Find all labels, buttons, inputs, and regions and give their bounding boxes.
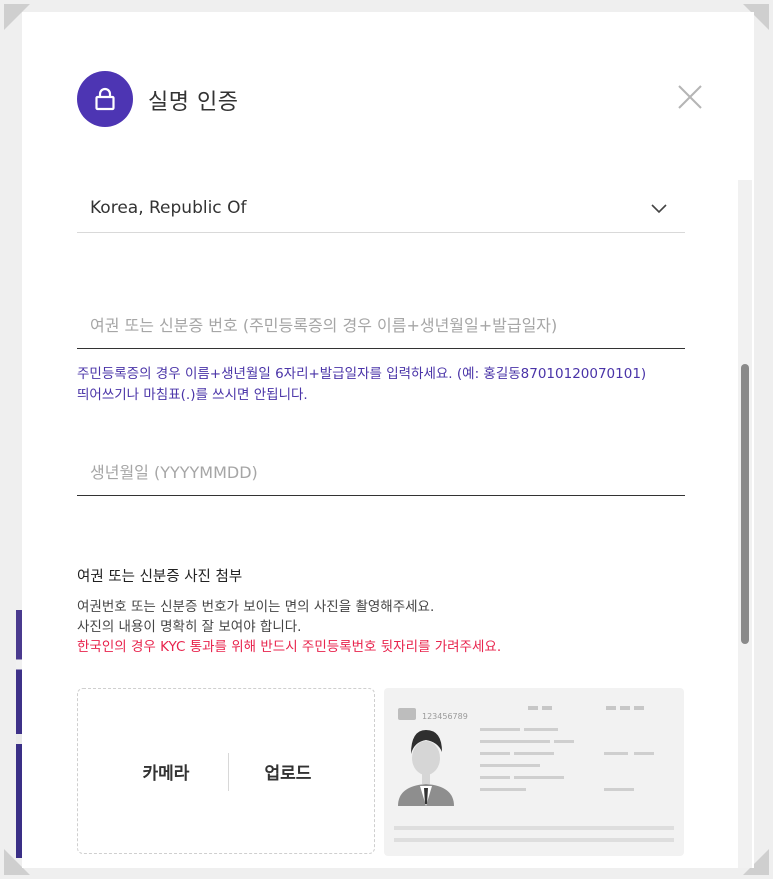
modal-title: 실명 인증 bbox=[148, 90, 239, 115]
scrollbar-thumb[interactable] bbox=[741, 364, 749, 644]
country-select[interactable]: Korea, Republic Of bbox=[77, 190, 685, 233]
country-select-value: Korea, Republic Of bbox=[90, 198, 247, 218]
attach-warning: 한국인의 경우 KYC 통과를 위해 반드시 주민등록번호 뒷자리를 가려주세요… bbox=[77, 639, 502, 655]
passport-number-field bbox=[77, 302, 685, 349]
camera-button[interactable]: 카메라 bbox=[106, 749, 226, 793]
verification-modal: 실명 인증 Korea, Republic Of 주민등록증의 경우 이름+생년… bbox=[22, 12, 754, 868]
backdrop: 실명 인증 Korea, Republic Of 주민등록증의 경우 이름+생년… bbox=[0, 0, 773, 879]
attach-section-title: 여권 또는 신분증 사진 첨부 bbox=[77, 569, 243, 585]
id-sample-number: 123456789 bbox=[422, 712, 468, 721]
passport-number-input[interactable] bbox=[77, 302, 685, 348]
attach-description-line: 사진의 내용이 명확히 잘 보여야 합니다. bbox=[77, 619, 302, 635]
attach-description: 여권번호 또는 신분증 번호가 보이는 면의 사진을 촬영해주세요. 사진의 내… bbox=[77, 597, 434, 637]
chevron-down-icon bbox=[651, 204, 667, 214]
birth-date-field bbox=[77, 449, 685, 496]
scrollbar[interactable] bbox=[738, 180, 752, 868]
close-icon[interactable] bbox=[677, 84, 703, 110]
id-card-sample-icon: 123456789 bbox=[384, 688, 684, 856]
id-format-hint: 주민등록증의 경우 이름+생년월일 6자리+발급일자를 입력하세요. (예: 홍… bbox=[77, 364, 697, 406]
lock-icon bbox=[77, 71, 133, 127]
upload-button[interactable]: 업로드 bbox=[228, 749, 348, 793]
id-format-hint-line: 주민등록증의 경우 이름+생년월일 6자리+발급일자를 입력하세요. (예: 홍… bbox=[77, 366, 647, 382]
photo-upload-box: 카메라 업로드 bbox=[77, 688, 375, 854]
birth-date-input[interactable] bbox=[77, 449, 685, 495]
id-format-hint-line: 띄어쓰기나 마침표(.)를 쓰시면 안됩니다. bbox=[77, 387, 308, 403]
attach-description-line: 여권번호 또는 신분증 번호가 보이는 면의 사진을 촬영해주세요. bbox=[77, 599, 435, 615]
